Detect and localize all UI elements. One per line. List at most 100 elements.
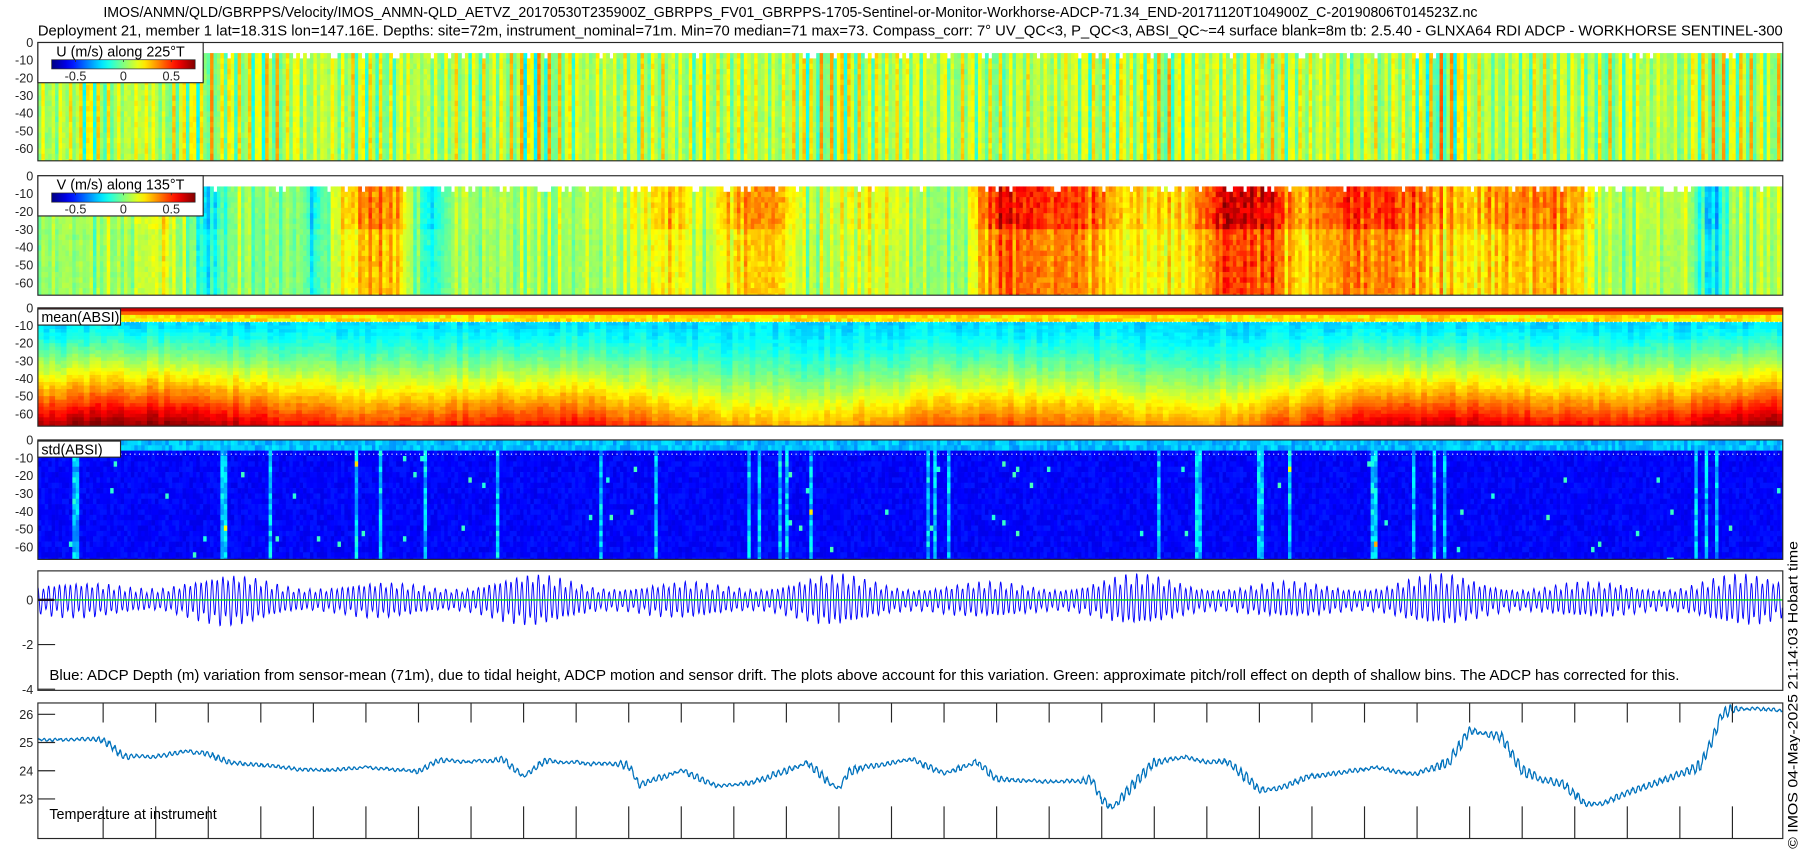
heatmap-cell xyxy=(55,127,59,133)
heatmap-cell xyxy=(210,53,214,59)
heatmap-cell xyxy=(62,95,66,101)
heatmap-cell xyxy=(134,133,138,139)
heatmap-cell xyxy=(179,95,183,101)
heatmap-cell xyxy=(52,122,56,128)
heatmap-cell xyxy=(162,122,166,128)
heatmap-cell xyxy=(45,133,49,139)
heatmap-cell xyxy=(127,133,131,139)
heatmap-cell xyxy=(62,85,66,91)
heatmap-cell xyxy=(110,117,114,123)
heatmap-cell xyxy=(117,117,121,123)
heatmap-cell xyxy=(79,154,83,160)
heatmap-cell xyxy=(100,117,104,123)
heatmap-cell xyxy=(114,148,118,154)
heatmap-cell xyxy=(41,85,45,91)
heatmap-cell xyxy=(59,90,63,96)
heatmap-cell xyxy=(214,143,218,149)
heatmap-cell xyxy=(186,133,190,139)
heatmap-cell xyxy=(217,154,221,160)
heatmap-cell xyxy=(45,154,49,160)
heatmap-cell xyxy=(107,95,111,101)
heatmap-cell xyxy=(193,143,197,149)
heatmap-cell xyxy=(200,95,204,101)
heatmap-cell xyxy=(189,111,193,117)
heatmap-cell xyxy=(176,133,180,139)
heatmap-cell xyxy=(76,85,80,91)
heatmap-cell xyxy=(65,122,69,128)
heatmap-cell xyxy=(158,95,162,101)
heatmap-cell xyxy=(193,117,197,123)
heatmap-cell xyxy=(96,106,100,112)
heatmap-cell xyxy=(55,111,59,117)
heatmap-cell xyxy=(69,90,73,96)
heatmap-cell xyxy=(62,122,66,128)
heatmap-cell xyxy=(141,111,145,117)
heatmap-cell xyxy=(217,58,221,64)
heatmap-cell xyxy=(169,143,173,149)
heatmap-cell xyxy=(217,148,221,154)
heatmap-cell xyxy=(152,148,156,154)
heatmap-cell xyxy=(134,111,138,117)
heatmap-cell xyxy=(165,117,169,123)
heatmap-cell xyxy=(62,148,66,154)
heatmap-cell xyxy=(189,154,193,160)
heatmap-cell xyxy=(217,138,221,144)
heatmap-cell xyxy=(59,127,63,133)
adcp-summary-figure: IMOS/ANMN/QLD/GBRPPS/Velocity/IMOS_ANMN-… xyxy=(0,0,1800,850)
heatmap-cell xyxy=(200,127,204,133)
heatmap-cell xyxy=(203,101,207,107)
heatmap-cell xyxy=(96,101,100,107)
heatmap-cell xyxy=(152,111,156,117)
heatmap-cell xyxy=(121,90,125,96)
heatmap-cell xyxy=(186,138,190,144)
heatmap-cell xyxy=(183,90,187,96)
heatmap-cell xyxy=(165,138,169,144)
heatmap-cell xyxy=(59,95,63,101)
heatmap-cell xyxy=(183,111,187,117)
heatmap-cell xyxy=(110,127,114,133)
heatmap-cell xyxy=(100,85,104,91)
heatmap-cell xyxy=(62,127,66,133)
heatmap-cell xyxy=(207,143,211,149)
heatmap-cell xyxy=(96,133,100,139)
heatmap-cell xyxy=(148,111,152,117)
heatmap-cell xyxy=(114,133,118,139)
heatmap-cell xyxy=(200,106,204,112)
heatmap-cell xyxy=(48,148,52,154)
heatmap-cell xyxy=(158,127,162,133)
heatmap-cell xyxy=(127,117,131,123)
heatmap-cell xyxy=(48,111,52,117)
heatmap-cell xyxy=(203,138,207,144)
heatmap-cell xyxy=(165,101,169,107)
heatmap-cell xyxy=(69,143,73,149)
heatmap-cell xyxy=(100,138,104,144)
heatmap-cell xyxy=(93,90,97,96)
heatmap-cell xyxy=(186,117,190,123)
heatmap-cell xyxy=(179,106,183,112)
heatmap-cell xyxy=(114,85,118,91)
heatmap-cell xyxy=(134,148,138,154)
heatmap-cell xyxy=(207,122,211,128)
heatmap-cell xyxy=(124,106,128,112)
heatmap-cell xyxy=(90,138,94,144)
heatmap-cell xyxy=(59,122,63,128)
heatmap-cell xyxy=(172,117,176,123)
heatmap-cell xyxy=(52,154,56,160)
heatmap-cell xyxy=(131,154,135,160)
figure-title-line1: IMOS/ANMN/QLD/GBRPPS/Velocity/IMOS_ANMN-… xyxy=(103,5,1477,21)
heatmap-cell xyxy=(134,154,138,160)
heatmap-cell xyxy=(55,148,59,154)
heatmap-cell xyxy=(79,111,83,117)
heatmap-cell xyxy=(210,133,214,139)
heatmap-cell xyxy=(179,122,183,128)
heatmap-cell xyxy=(220,90,224,96)
heatmap-cell xyxy=(141,106,145,112)
heatmap-cell xyxy=(158,117,162,123)
heatmap-cell xyxy=(203,133,207,139)
heatmap-cell xyxy=(193,154,197,160)
heatmap-cell xyxy=(141,143,145,149)
heatmap-cell xyxy=(214,148,218,154)
heatmap-cell xyxy=(103,106,107,112)
heatmap-cell xyxy=(83,85,87,91)
heatmap-cell xyxy=(93,143,97,149)
